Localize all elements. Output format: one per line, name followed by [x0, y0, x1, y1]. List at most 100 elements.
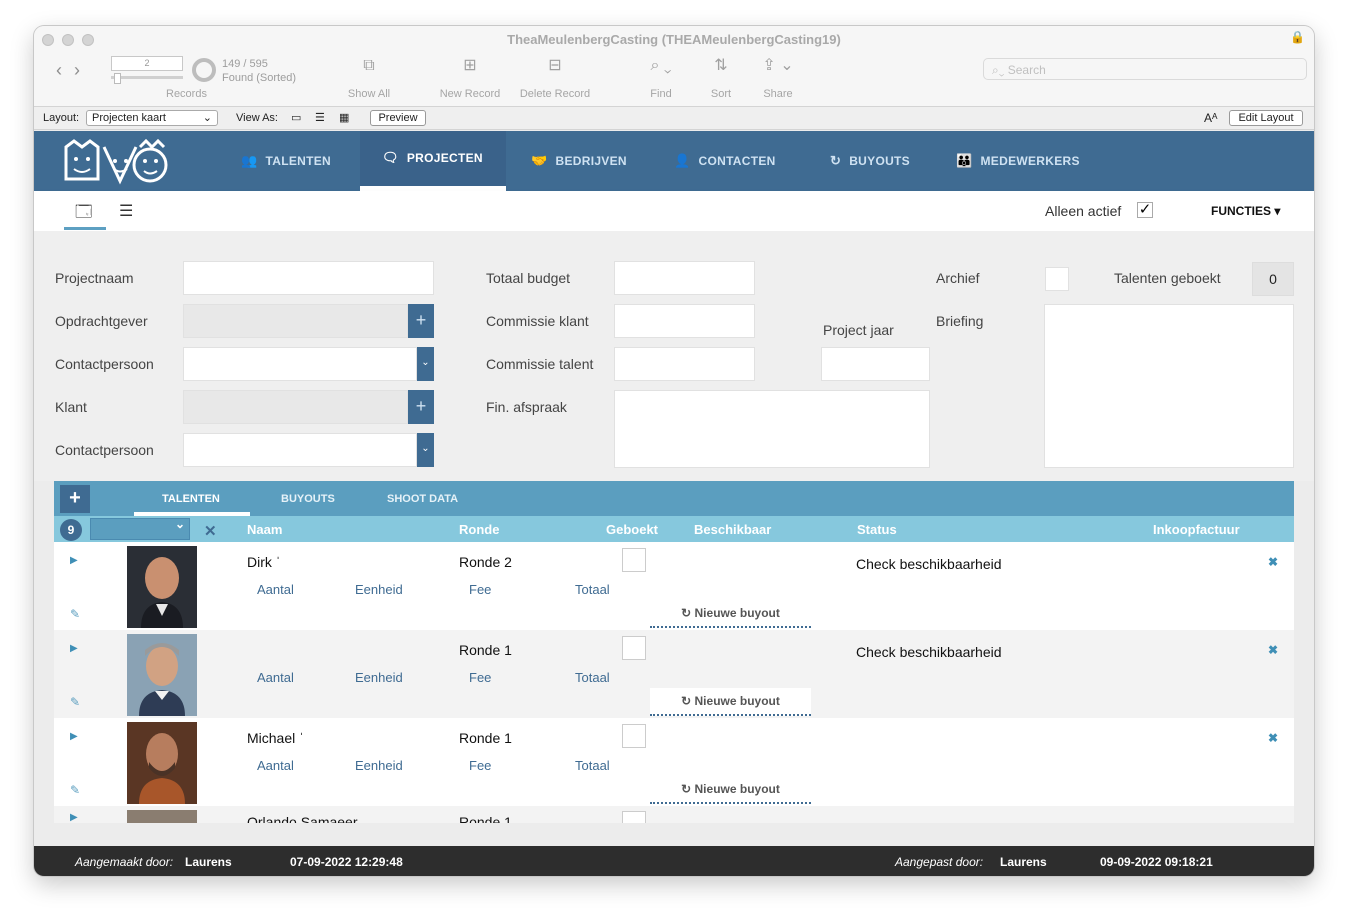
contactpersoon-input[interactable]	[183, 347, 417, 381]
menu-buyouts[interactable]: ↻ BUYOUTS	[830, 131, 910, 191]
logo	[60, 138, 172, 194]
portal-header: 9 ✕ Naam Ronde Geboekt Beschikbaar Statu…	[54, 516, 1294, 542]
tab-buyouts[interactable]: BUYOUTS	[281, 493, 335, 505]
contactpersoon-klant-input[interactable]	[183, 433, 417, 467]
klant-input[interactable]	[183, 390, 408, 424]
sort-button[interactable]: ⇅ Sort	[707, 57, 735, 101]
show-all-icon: ⧉	[363, 57, 375, 74]
fin-afspraak-input[interactable]	[614, 390, 930, 468]
window-title: TheaMeulenbergCasting (THEAMeulenbergCas…	[507, 32, 841, 47]
delete-row-icon[interactable]: ✖	[1268, 731, 1278, 745]
geboekt-checkbox[interactable]	[622, 636, 646, 660]
show-all-button[interactable]: ⧉ Show All	[346, 57, 392, 101]
talent-photo	[127, 634, 197, 716]
expand-row-icon[interactable]: ▶	[70, 731, 78, 742]
view-subbar: 🗔 ☰ Alleen actief ✓ FUNCTIES ▾	[34, 191, 1314, 231]
sort-icon: ⇅	[714, 57, 728, 74]
clear-filter-icon[interactable]: ✕	[204, 522, 217, 540]
project-jaar-input[interactable]	[821, 347, 930, 381]
text-size-icon[interactable]: Aᴬ	[1204, 111, 1217, 125]
layout-dropdown[interactable]: Projecten kaart ⌄	[86, 110, 218, 126]
form-view-icon[interactable]: ▭	[291, 111, 301, 124]
commissie-klant-input[interactable]	[614, 304, 755, 338]
briefing-input[interactable]	[1044, 304, 1294, 468]
commissie-talent-input[interactable]	[614, 347, 755, 381]
menu-medewerkers-label: MEDEWERKERS	[980, 154, 1080, 168]
delete-record-button[interactable]: ⊟ Delete Record	[516, 58, 594, 101]
projectnaam-input[interactable]	[183, 261, 434, 295]
expand-row-icon[interactable]: ▶	[70, 643, 78, 654]
record-slider[interactable]	[111, 73, 183, 84]
sort-label: Sort	[710, 88, 732, 100]
commissie-klant-label: Commissie klant	[486, 313, 589, 329]
add-talent-button[interactable]: +	[60, 485, 90, 513]
geboekt-checkbox[interactable]	[622, 724, 646, 748]
next-record-icon[interactable]: ›	[74, 60, 80, 80]
current-record-field[interactable]: 2	[111, 56, 183, 71]
refresh-icon: ↻	[681, 782, 695, 796]
opdrachtgever-input[interactable]	[183, 304, 408, 338]
preview-button[interactable]: Preview	[370, 110, 426, 126]
refresh-icon: ↻	[681, 694, 695, 708]
talent-photo	[127, 546, 197, 628]
list-view-icon[interactable]: ☰	[315, 111, 325, 124]
list-view-icon[interactable]: ☰	[119, 201, 133, 221]
previous-record-icon[interactable]: ‹	[56, 60, 62, 80]
tab-talenten[interactable]: TALENTEN	[162, 493, 220, 505]
edit-layout-button[interactable]: Edit Layout	[1229, 110, 1303, 126]
delete-record-label: Delete Record	[519, 88, 591, 100]
add-klant-button[interactable]: +	[408, 390, 434, 424]
menu-contacten[interactable]: 👤 CONTACTEN	[674, 131, 776, 191]
col-beschikbaar: Beschikbaar	[694, 522, 772, 537]
menu-talenten[interactable]: 👥 TALENTEN	[241, 131, 331, 191]
contactpersoon-dropdown-button[interactable]: ⌄	[417, 347, 434, 381]
briefing-label: Briefing	[936, 313, 984, 329]
table-view-icon[interactable]: ▦	[339, 111, 349, 124]
nieuwe-buyout-button[interactable]: ↻ Nieuwe buyout	[650, 600, 811, 628]
new-record-button[interactable]: ⊞ New Record	[436, 58, 504, 101]
add-opdrachtgever-button[interactable]: +	[408, 304, 434, 338]
edit-icon[interactable]: ✎	[70, 607, 80, 621]
layout-label: Layout:	[43, 112, 80, 124]
menu-projecten-label: PROJECTEN	[406, 151, 483, 165]
alleen-actief-checkbox[interactable]: ✓	[1137, 202, 1153, 218]
found-count-value: 149 / 595	[222, 58, 268, 70]
created-at-value: 07-09-2022 12:29:48	[290, 855, 403, 869]
fee-label: Fee	[469, 582, 492, 597]
delete-row-icon[interactable]: ✖	[1268, 555, 1278, 569]
share-button[interactable]: ⇪ ⌄ Share	[760, 58, 796, 101]
contactpersoon-klant-dropdown-button[interactable]: ⌄	[417, 433, 434, 467]
menu-bedrijven[interactable]: 🤝 BEDRIJVEN	[531, 131, 627, 191]
functies-dropdown[interactable]: FUNCTIES ▾	[1211, 204, 1280, 218]
archief-checkbox[interactable]	[1045, 267, 1069, 291]
nieuwe-buyout-button[interactable]: ↻ Nieuwe buyout	[650, 688, 811, 716]
menu-projecten[interactable]: 🗨 PROJECTEN	[360, 131, 506, 191]
aantal-label: Aantal	[257, 758, 294, 773]
expand-row-icon[interactable]: ▶	[70, 555, 78, 566]
totaal-budget-input[interactable]	[614, 261, 755, 295]
geboekt-checkbox[interactable]	[622, 548, 646, 572]
tab-shoot-data[interactable]: SHOOT DATA	[387, 493, 458, 505]
share-label: Share	[763, 88, 793, 100]
table-row: ▶ Orlando Samaeer Ronde 1	[54, 806, 1294, 823]
lock-icon: 🔒	[1290, 30, 1305, 44]
edit-icon[interactable]: ✎	[70, 783, 80, 797]
eenheid-label: Eenheid	[355, 670, 403, 685]
layout-value: Projecten kaart	[92, 112, 166, 124]
modified-by-label: Aangepast door:	[895, 855, 984, 869]
caret-down-icon: ▾	[1274, 204, 1281, 218]
filter-dropdown[interactable]	[90, 517, 190, 540]
nieuwe-buyout-button[interactable]: ↻ Nieuwe buyout	[650, 776, 811, 804]
record-selector: 2	[111, 56, 183, 84]
col-naam: Naam	[247, 522, 283, 537]
card-view-icon[interactable]: 🗔	[75, 201, 92, 228]
expand-row-icon[interactable]: ▶	[70, 812, 78, 823]
find-button[interactable]: ⌕ ⌄ Find	[640, 58, 682, 101]
geboekt-checkbox[interactable]	[622, 811, 646, 823]
new-record-label: New Record	[439, 88, 501, 100]
menu-medewerkers[interactable]: 👪 MEDEWERKERS	[956, 131, 1080, 191]
delete-row-icon[interactable]: ✖	[1268, 643, 1278, 657]
search-input[interactable]: ⌕⌄ Search	[983, 58, 1307, 80]
aantal-label: Aantal	[257, 582, 294, 597]
edit-icon[interactable]: ✎	[70, 695, 80, 709]
